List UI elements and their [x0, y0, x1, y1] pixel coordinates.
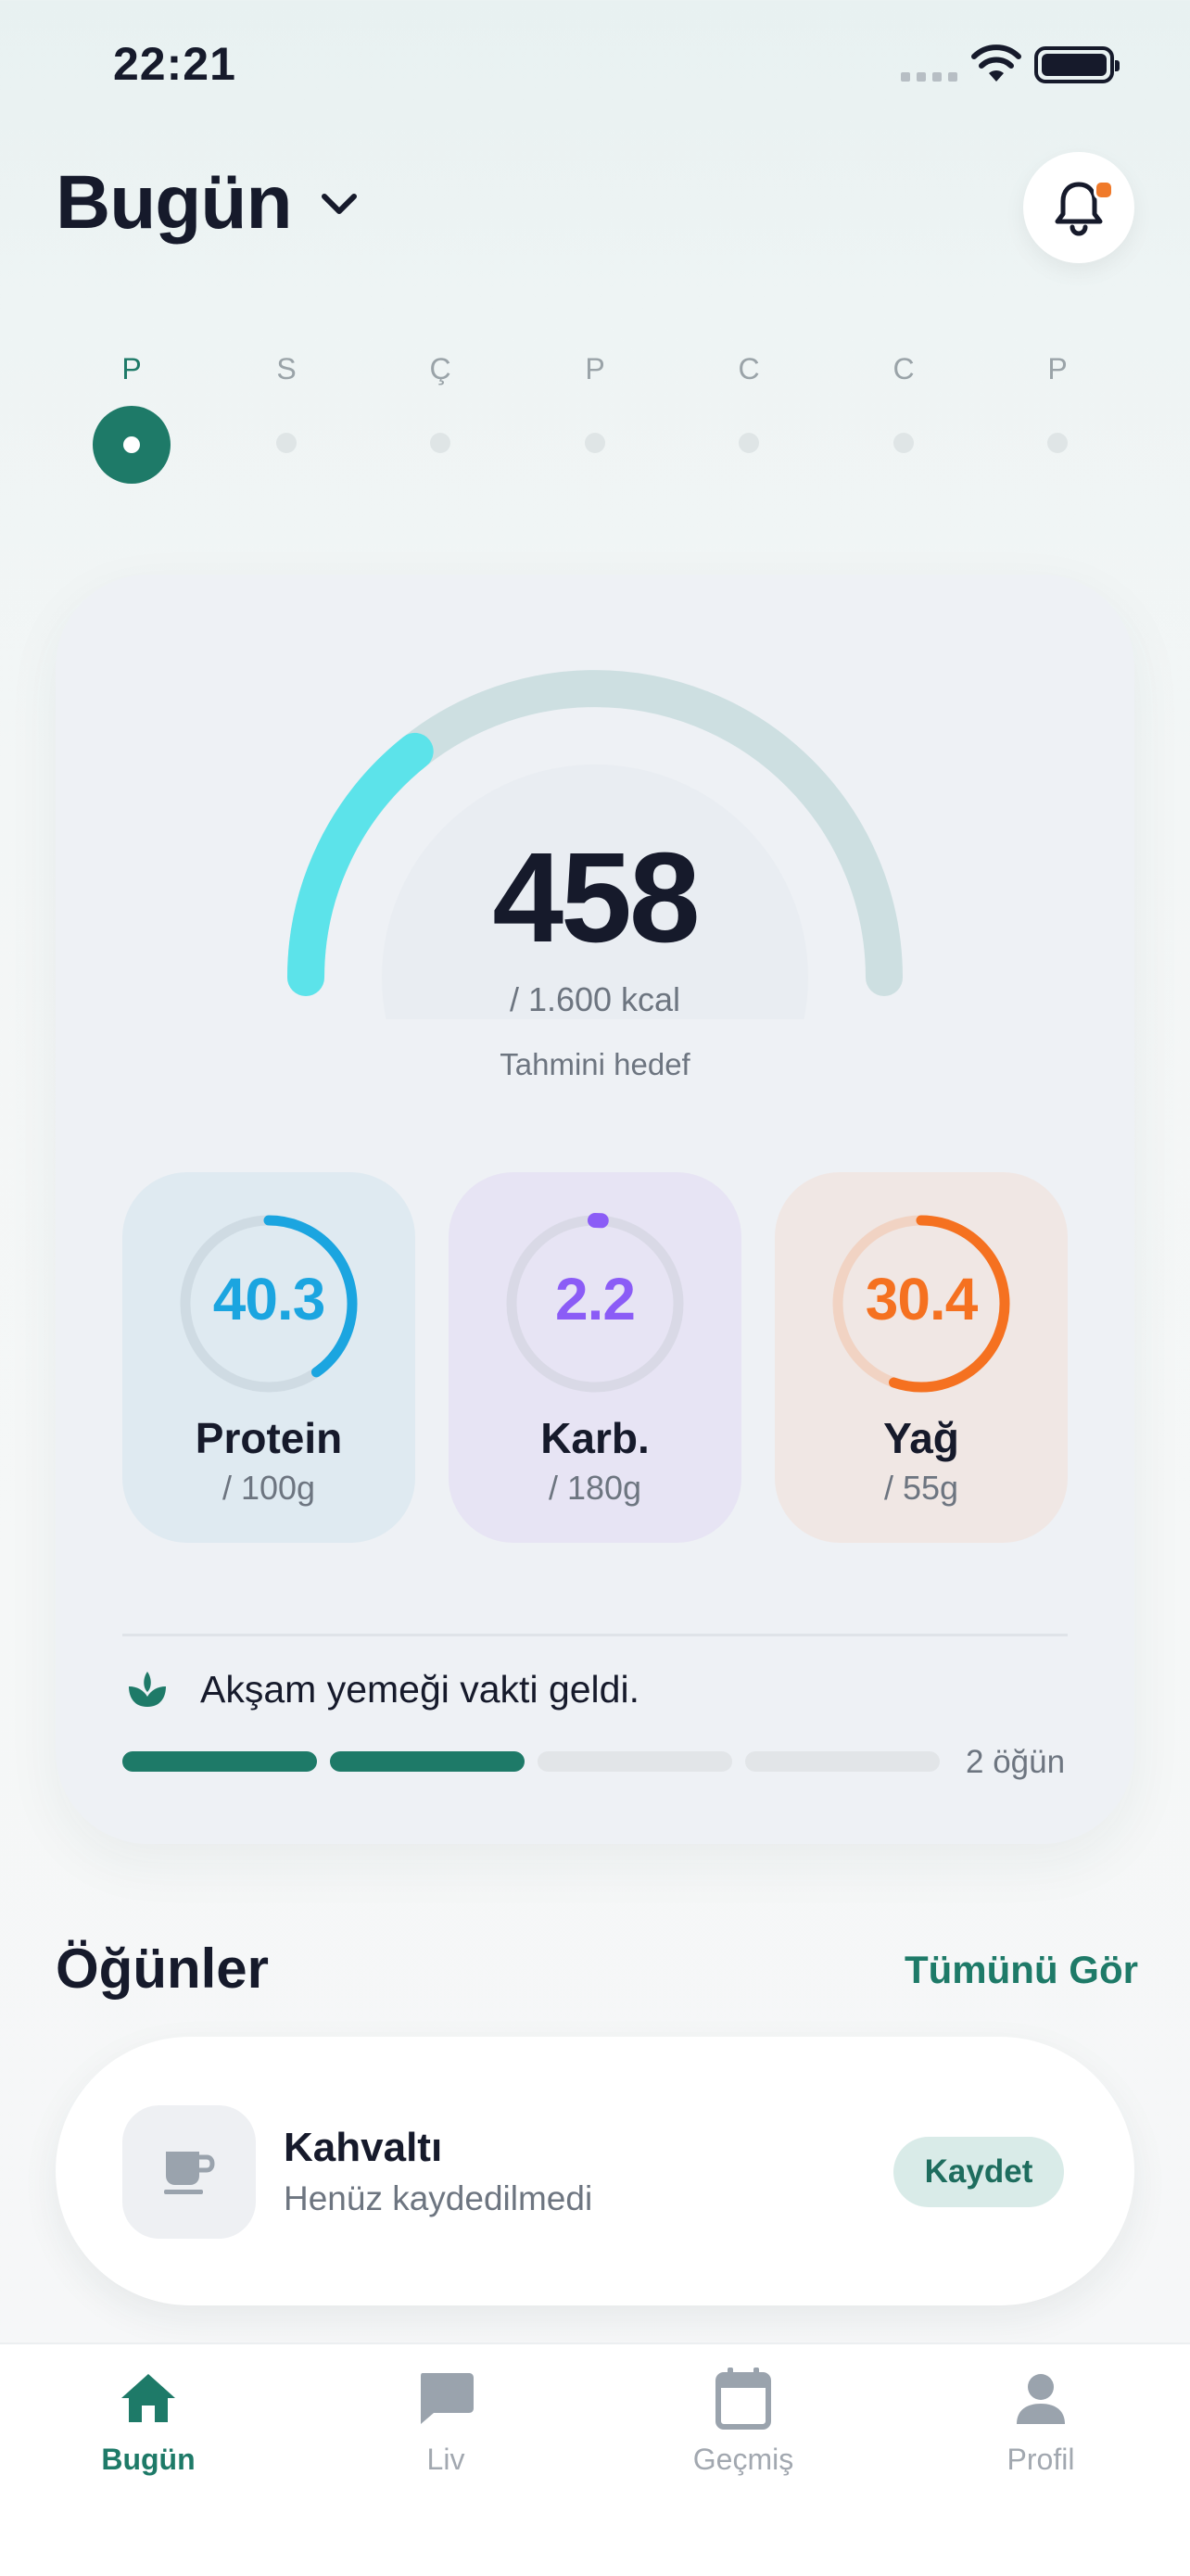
- protein-goal: / 100g: [222, 1469, 316, 1507]
- chevron-down-icon[interactable]: [319, 191, 360, 223]
- fat-value: 30.4: [865, 1266, 979, 1332]
- fat-goal: / 55g: [883, 1469, 959, 1507]
- tab-label: Geçmiş: [692, 2443, 794, 2476]
- notification-button[interactable]: [1023, 152, 1134, 263]
- meal-progress-segment: [745, 1751, 940, 1772]
- tab-label: Liv: [426, 2443, 465, 2476]
- protein-label: Protein: [195, 1414, 343, 1462]
- day-dot[interactable]: [430, 433, 450, 453]
- macro-card-fat[interactable]: 30.4 Yağ / 55g: [775, 1172, 1068, 1543]
- macro-card-carb[interactable]: 2.2 Karb. / 180g: [449, 1172, 741, 1543]
- day-selected-dot[interactable]: [93, 406, 171, 484]
- sprout-icon: [124, 1666, 171, 1717]
- calories-caption: Tahmini hedef: [500, 1047, 690, 1081]
- day-label[interactable]: Ç: [394, 352, 487, 386]
- calendar-icon: [715, 2368, 771, 2430]
- day-dot[interactable]: [1047, 433, 1068, 453]
- meal-progress-segment: [538, 1751, 732, 1772]
- tab-liv[interactable]: Liv: [344, 2363, 548, 2477]
- meal-name: Kahvaltı: [284, 2125, 443, 2170]
- meal-status: Henüz kaydedilmedi: [284, 2179, 593, 2217]
- wifi-icon: [971, 44, 1021, 88]
- notification-badge: [1094, 180, 1114, 200]
- tab-today[interactable]: Bugün: [46, 2363, 250, 2477]
- home-icon: [121, 2374, 175, 2422]
- tab-profile[interactable]: Profil: [939, 2363, 1143, 2477]
- tab-label: Profil: [1006, 2443, 1075, 2476]
- meal-count: 2 öğün: [966, 1744, 1066, 1780]
- battery-icon: [1034, 46, 1120, 83]
- day-label[interactable]: S: [240, 352, 333, 386]
- meal-progress-segment: [330, 1751, 525, 1772]
- day-label[interactable]: P: [549, 352, 641, 386]
- person-icon: [1017, 2374, 1065, 2424]
- day-dot[interactable]: [739, 433, 759, 453]
- signal-icon: [901, 72, 957, 82]
- see-all-link[interactable]: Tümünü Gör: [905, 1948, 1138, 1992]
- calories-goal: / 1.600 kcal: [509, 980, 681, 1018]
- tab-history[interactable]: Geçmiş: [641, 2363, 845, 2477]
- day-label[interactable]: C: [703, 352, 795, 386]
- meals-section-title: Öğünler: [56, 1938, 270, 2000]
- carb-label: Karb.: [540, 1414, 650, 1462]
- protein-value: 40.3: [212, 1266, 326, 1332]
- carb-goal: / 180g: [548, 1469, 642, 1507]
- day-label[interactable]: C: [857, 352, 950, 386]
- fat-label: Yağ: [883, 1414, 959, 1462]
- day-dot[interactable]: [893, 433, 914, 453]
- carb-value: 2.2: [555, 1266, 636, 1332]
- day-label[interactable]: P: [85, 352, 178, 386]
- tab-label: Bugün: [101, 2443, 196, 2476]
- save-meal-button[interactable]: Kaydet: [893, 2137, 1064, 2207]
- meal-progress-segment: [122, 1751, 317, 1772]
- meal-thumbnail: [122, 2105, 256, 2239]
- day-dot[interactable]: [276, 433, 297, 453]
- macro-card-protein[interactable]: 40.3 Protein / 100g: [122, 1172, 415, 1543]
- day-dot[interactable]: [585, 433, 605, 453]
- coffee-cup-icon: [164, 2152, 215, 2194]
- divider: [122, 1634, 1068, 1636]
- calories-value: 458: [492, 827, 700, 969]
- page-title[interactable]: Bugün: [56, 165, 293, 241]
- chat-icon: [421, 2373, 474, 2424]
- day-label[interactable]: P: [1011, 352, 1104, 386]
- meal-message: Akşam yemeği vakti geldi.: [200, 1668, 639, 1711]
- status-time: 22:21: [113, 38, 236, 90]
